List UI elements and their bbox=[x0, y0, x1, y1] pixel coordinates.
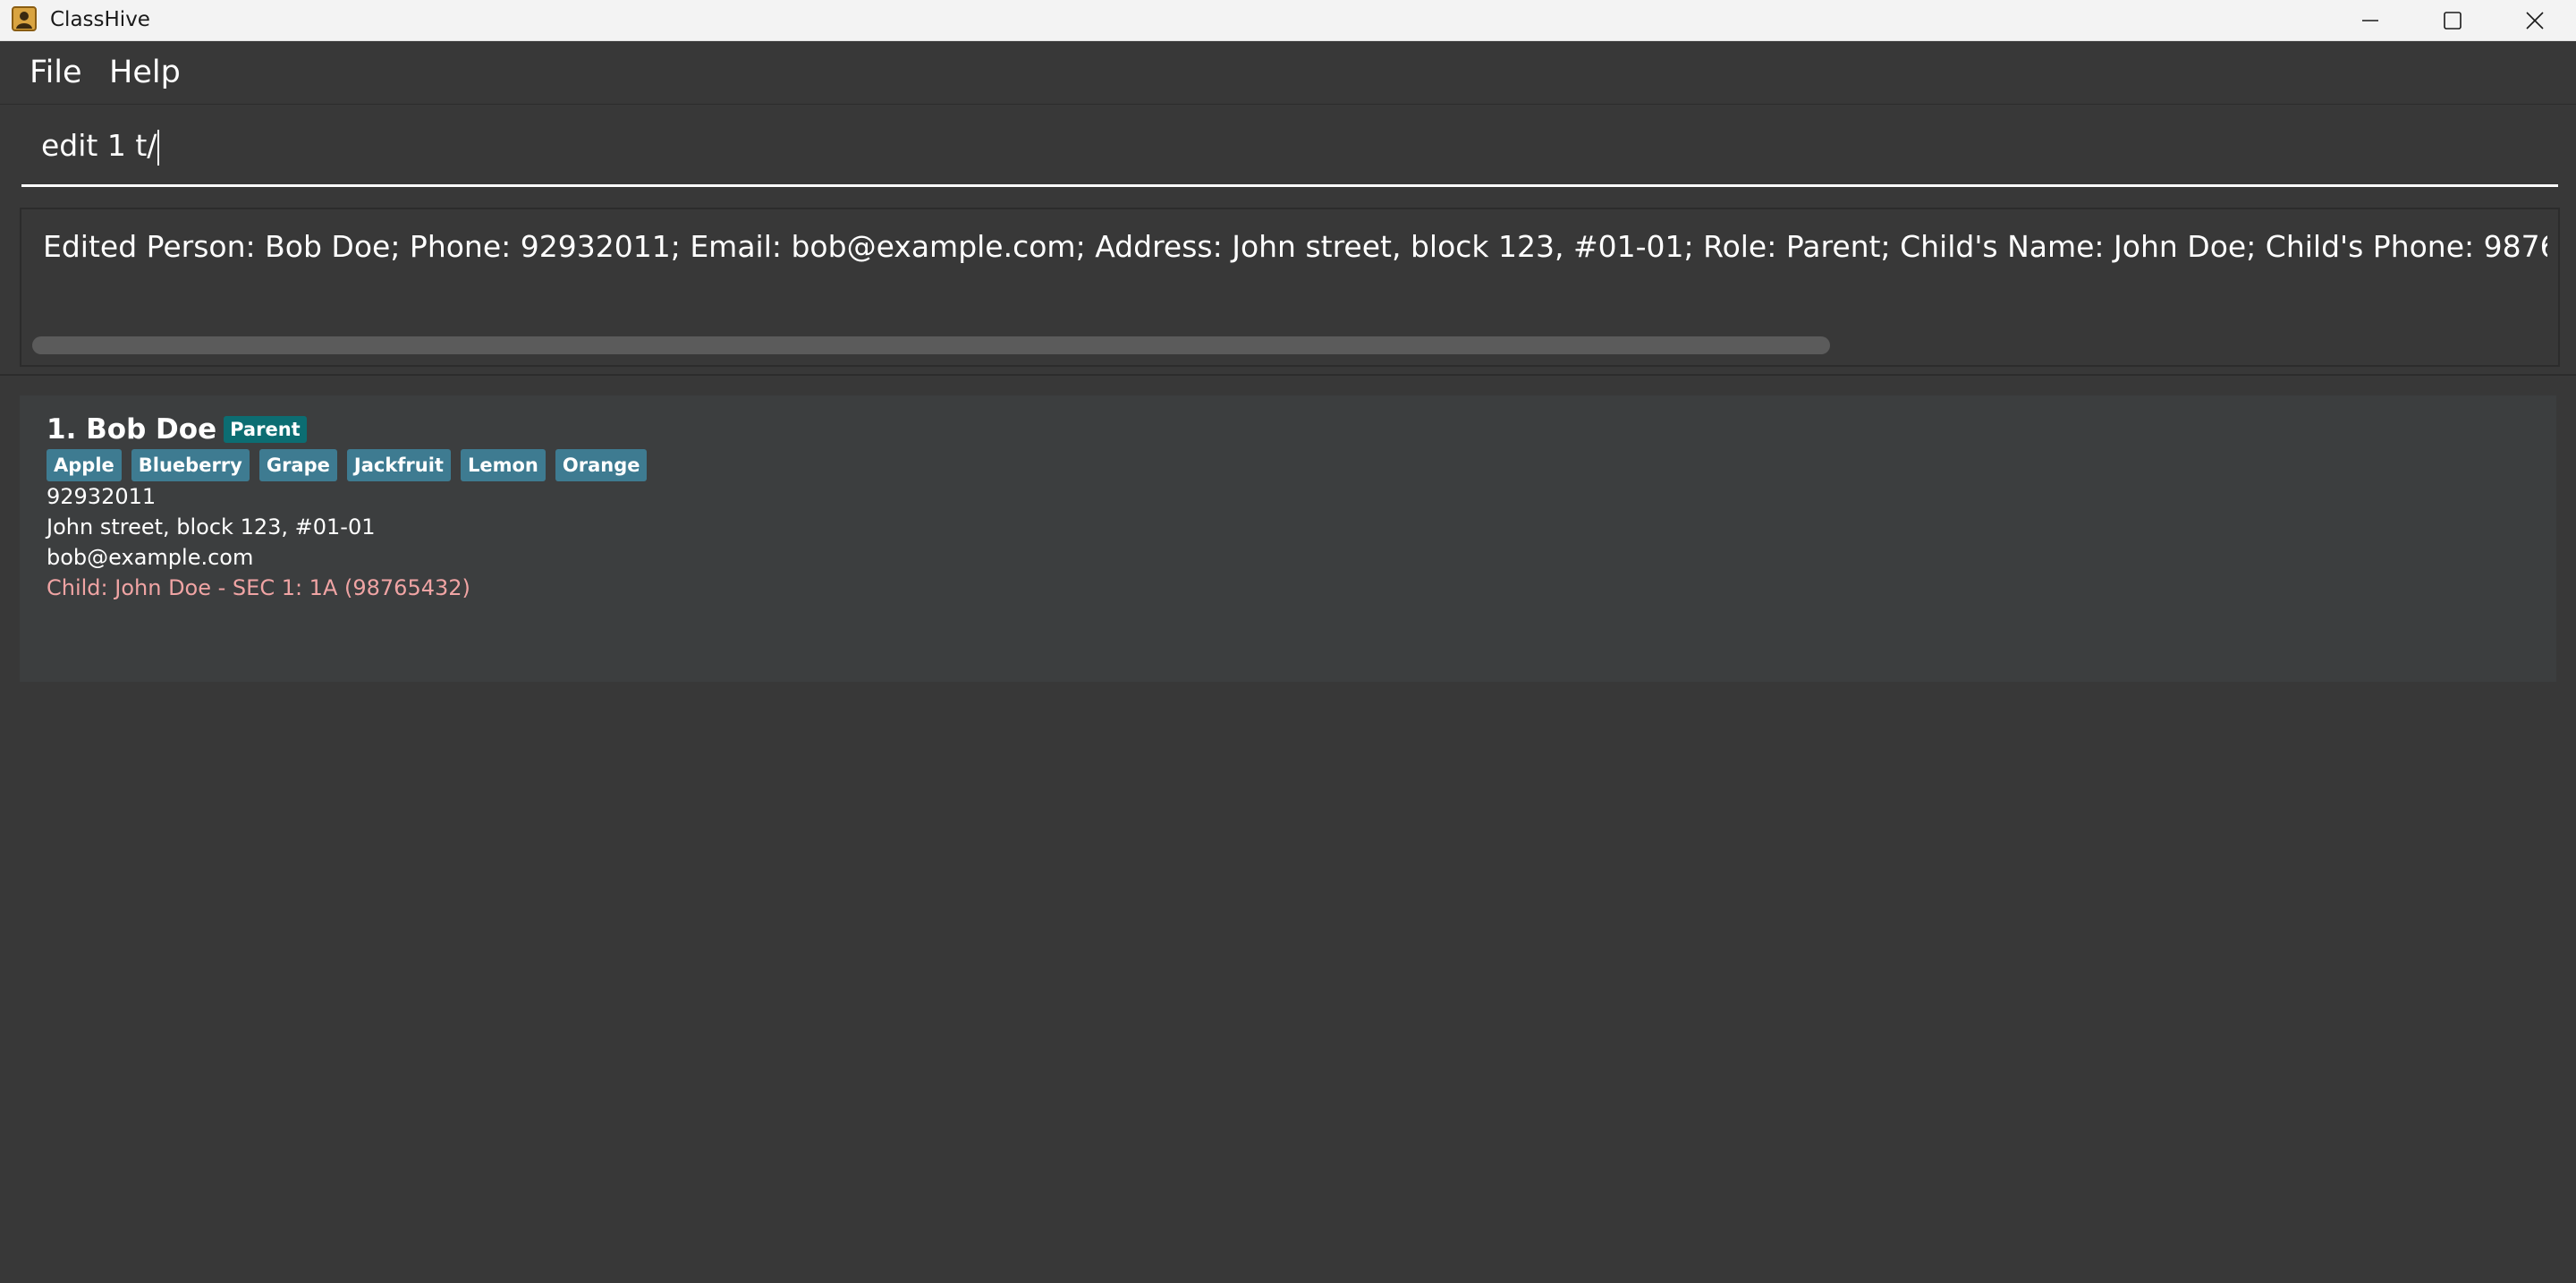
minimize-button[interactable] bbox=[2329, 0, 2411, 40]
minimize-icon bbox=[2360, 11, 2380, 30]
maximize-button[interactable] bbox=[2411, 0, 2494, 40]
divider bbox=[0, 374, 2576, 376]
person-email: bob@example.com bbox=[47, 545, 254, 570]
text-caret bbox=[157, 129, 160, 166]
person-name: 1. Bob Doe bbox=[47, 413, 217, 446]
menu-file[interactable]: File bbox=[26, 52, 86, 93]
tag: Apple bbox=[47, 449, 122, 481]
person-header: 1. Bob Doe Parent bbox=[47, 410, 307, 449]
menu-bar: File Help bbox=[0, 41, 2576, 105]
window-title: ClassHive bbox=[50, 8, 150, 31]
person-list: 1. Bob Doe Parent Apple Blueberry Grape … bbox=[20, 395, 2556, 682]
command-box[interactable]: edit 1 t/ bbox=[21, 113, 2558, 187]
person-card-icon bbox=[11, 5, 38, 32]
menu-help[interactable]: Help bbox=[106, 52, 184, 93]
result-message: Edited Person: Bob Doe; Phone: 92932011;… bbox=[43, 229, 2547, 264]
maximize-icon bbox=[2443, 11, 2462, 30]
classhive-window: ClassHive File Help edit 1 t/ Edited Per… bbox=[0, 0, 2576, 1283]
tag: Lemon bbox=[460, 449, 546, 481]
tag: Blueberry bbox=[131, 449, 250, 481]
tag: Grape bbox=[258, 449, 337, 481]
result-display: Edited Person: Bob Doe; Phone: 92932011;… bbox=[20, 208, 2560, 367]
title-bar: ClassHive bbox=[0, 0, 2576, 41]
command-input-value: edit 1 t/ bbox=[41, 128, 157, 163]
tag-list: Apple Blueberry Grape Jackfruit Lemon Or… bbox=[47, 449, 657, 481]
close-icon bbox=[2525, 11, 2545, 30]
person-child-info: Child: John Doe - SEC 1: 1A (98765432) bbox=[47, 575, 470, 600]
command-input[interactable]: edit 1 t/ bbox=[41, 123, 160, 168]
tag: Orange bbox=[555, 449, 648, 481]
scrollbar-thumb[interactable] bbox=[32, 336, 1830, 354]
role-badge: Parent bbox=[224, 416, 307, 443]
result-horizontal-scrollbar[interactable] bbox=[32, 336, 2546, 358]
person-address: John street, block 123, #01-01 bbox=[47, 514, 376, 540]
tag: Jackfruit bbox=[346, 449, 451, 481]
person-phone: 92932011 bbox=[47, 484, 157, 509]
close-button[interactable] bbox=[2494, 0, 2576, 40]
